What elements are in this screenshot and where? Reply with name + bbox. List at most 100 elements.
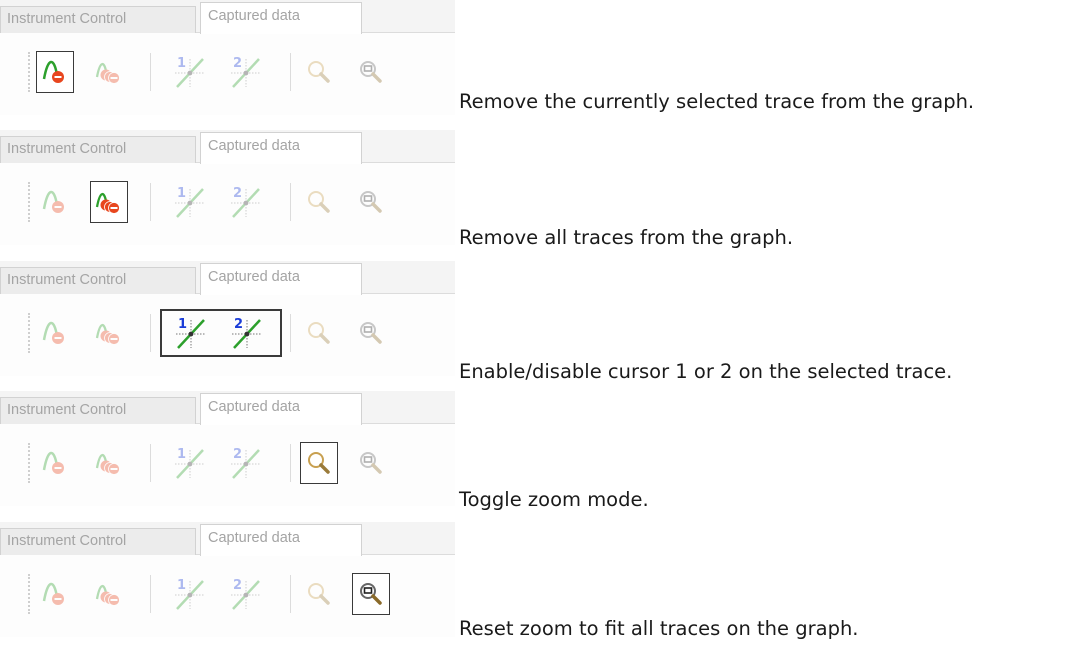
cursor-1-button[interactable]: 1 xyxy=(165,442,215,484)
remove-trace-icon xyxy=(42,450,68,476)
cursor-buttons-group: 1 2 xyxy=(160,439,282,487)
tab-captured-data[interactable]: Captured data xyxy=(200,524,362,556)
tab-bar: Instrument Control Captured data xyxy=(0,522,455,556)
app-screenshot: Instrument Control Captured data 1 2 xyxy=(0,0,455,115)
zoom-icon xyxy=(306,450,332,476)
cursor-1-button[interactable]: 1 xyxy=(165,573,215,615)
toolbar-separator xyxy=(150,183,151,221)
cursor-2-button[interactable]: 2 xyxy=(221,573,271,615)
cursor-1-button[interactable]: 1 xyxy=(165,51,215,93)
cursor-buttons-group: 1 2 xyxy=(160,570,282,618)
toolbar-separator xyxy=(290,53,291,91)
reset-zoom-icon xyxy=(358,320,384,346)
toolbar: 1 2 xyxy=(0,431,455,497)
toolbar: 1 2 xyxy=(0,562,455,628)
cursor-2-icon: 2 xyxy=(229,53,263,91)
reset-zoom-button[interactable] xyxy=(352,442,390,484)
tab-bar: Instrument Control Captured data xyxy=(0,130,455,164)
cursor-2-icon: 2 xyxy=(230,314,264,352)
tab-captured-data[interactable]: Captured data xyxy=(200,393,362,425)
cursor-buttons-group: 1 2 xyxy=(160,48,282,96)
tab-instrument-control[interactable]: Instrument Control xyxy=(0,267,196,294)
zoom-button[interactable] xyxy=(300,573,338,615)
tab-captured-data[interactable]: Captured data xyxy=(200,2,362,34)
svg-text:1: 1 xyxy=(177,56,186,71)
toolbar-grip xyxy=(28,574,30,614)
cursor-1-button[interactable]: 1 xyxy=(166,312,216,354)
toolbar-separator xyxy=(290,575,291,613)
remove-trace-button[interactable] xyxy=(36,51,74,93)
toolbar-separator xyxy=(150,575,151,613)
app-screenshot: Instrument Control Captured data 1 2 xyxy=(0,261,455,376)
toolbar-grip xyxy=(28,52,30,92)
toolbar-grip xyxy=(28,443,30,483)
svg-text:2: 2 xyxy=(233,186,242,201)
cursor-1-icon: 1 xyxy=(174,314,208,352)
toolbar-separator xyxy=(290,444,291,482)
svg-text:2: 2 xyxy=(233,578,242,593)
remove-all-traces-button[interactable] xyxy=(90,181,128,223)
svg-text:2: 2 xyxy=(234,317,243,332)
app-screenshot: Instrument Control Captured data 1 2 xyxy=(0,522,455,637)
cursor-2-button[interactable]: 2 xyxy=(221,442,271,484)
tab-instrument-control[interactable]: Instrument Control xyxy=(0,397,196,424)
app-screenshot: Instrument Control Captured data 1 2 xyxy=(0,391,455,506)
svg-text:1: 1 xyxy=(177,578,186,593)
row-caption: Enable/disable cursor 1 or 2 on the sele… xyxy=(459,360,953,383)
remove-trace-button[interactable] xyxy=(36,181,74,223)
tab-bar: Instrument Control Captured data xyxy=(0,261,455,295)
remove-all-traces-button[interactable] xyxy=(90,573,128,615)
cursor-buttons-group: 1 2 xyxy=(160,309,282,357)
tab-instrument-control[interactable]: Instrument Control xyxy=(0,6,196,33)
cursor-2-icon: 2 xyxy=(229,444,263,482)
reset-zoom-button[interactable] xyxy=(352,181,390,223)
reset-zoom-icon xyxy=(358,189,384,215)
svg-text:2: 2 xyxy=(233,56,242,71)
remove-trace-icon xyxy=(42,189,68,215)
tab-instrument-control[interactable]: Instrument Control xyxy=(0,136,196,163)
svg-text:2: 2 xyxy=(233,447,242,462)
row-caption: Reset zoom to fit all traces on the grap… xyxy=(459,617,859,640)
reset-zoom-button[interactable] xyxy=(352,573,390,615)
zoom-button[interactable] xyxy=(300,181,338,223)
zoom-button[interactable] xyxy=(300,442,338,484)
cursor-2-button[interactable]: 2 xyxy=(221,51,271,93)
toolbar-separator xyxy=(290,314,291,352)
tab-instrument-control[interactable]: Instrument Control xyxy=(0,528,196,555)
zoom-button[interactable] xyxy=(300,51,338,93)
reset-zoom-button[interactable] xyxy=(352,51,390,93)
row-caption: Toggle zoom mode. xyxy=(459,488,649,511)
toolbar-separator xyxy=(150,53,151,91)
app-screenshot: Instrument Control Captured data 1 2 xyxy=(0,130,455,245)
zoom-icon xyxy=(306,581,332,607)
cursor-1-icon: 1 xyxy=(173,444,207,482)
tab-captured-data[interactable]: Captured data xyxy=(200,132,362,164)
remove-trace-icon xyxy=(42,581,68,607)
remove-trace-button[interactable] xyxy=(36,573,74,615)
cursor-1-icon: 1 xyxy=(173,575,207,613)
remove-all-traces-button[interactable] xyxy=(90,442,128,484)
tab-captured-data[interactable]: Captured data xyxy=(200,263,362,295)
remove-trace-button[interactable] xyxy=(36,312,74,354)
svg-text:1: 1 xyxy=(177,186,186,201)
toolbar: 1 2 xyxy=(0,301,455,367)
reset-zoom-button[interactable] xyxy=(352,312,390,354)
toolbar-grip xyxy=(28,182,30,222)
remove-all-traces-button[interactable] xyxy=(90,312,128,354)
toolbar: 1 2 xyxy=(0,40,455,106)
cursor-2-button[interactable]: 2 xyxy=(221,181,271,223)
cursor-buttons-group: 1 2 xyxy=(160,178,282,226)
svg-text:1: 1 xyxy=(177,447,186,462)
remove-trace-button[interactable] xyxy=(36,442,74,484)
cursor-1-button[interactable]: 1 xyxy=(165,181,215,223)
remove-all-traces-icon xyxy=(95,581,123,607)
cursor-2-icon: 2 xyxy=(229,575,263,613)
remove-trace-icon xyxy=(42,320,68,346)
reset-zoom-icon xyxy=(358,59,384,85)
cursor-2-button[interactable]: 2 xyxy=(222,312,272,354)
toolbar-grip xyxy=(28,313,30,353)
toolbar-separator xyxy=(150,444,151,482)
zoom-button[interactable] xyxy=(300,312,338,354)
reset-zoom-icon xyxy=(358,450,384,476)
remove-all-traces-button[interactable] xyxy=(90,51,128,93)
